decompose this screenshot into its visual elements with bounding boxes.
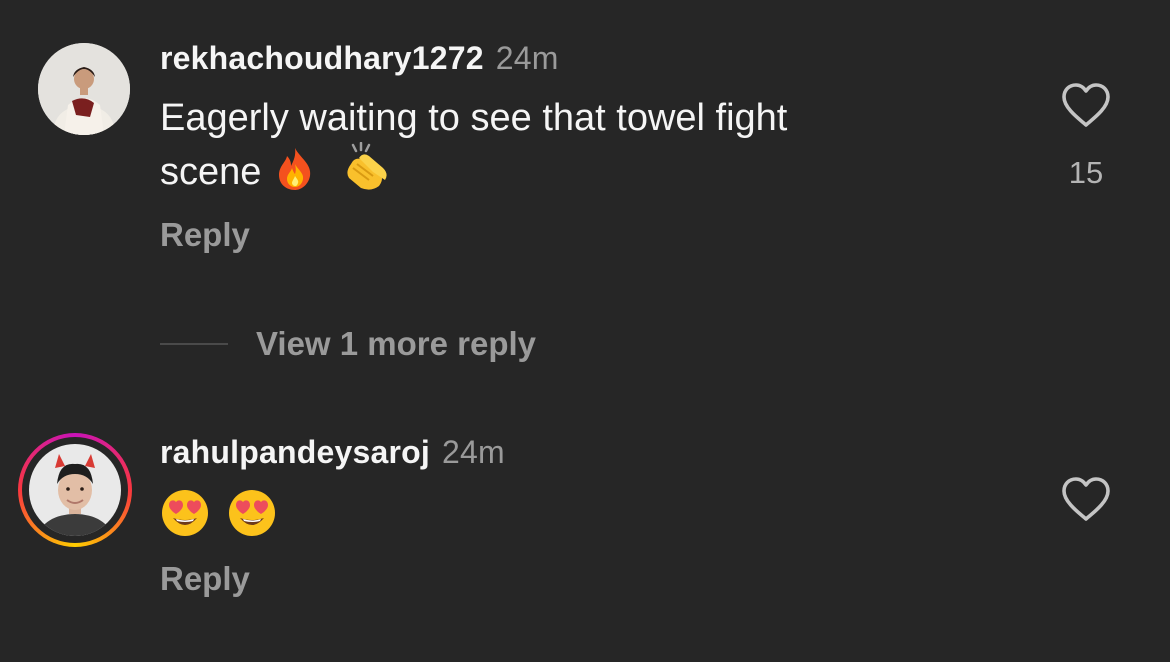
comment-username[interactable]: rekhachoudhary1272 24m — [160, 40, 559, 77]
story-ring[interactable] — [18, 433, 132, 547]
username-text[interactable]: rahulpandeysaroj — [160, 434, 430, 470]
comment-text-line-2: scene — [160, 141, 920, 204]
heart-eyes-emoji — [227, 488, 277, 550]
username-text[interactable]: rekhachoudhary1272 — [160, 40, 484, 76]
reply-button[interactable]: Reply — [160, 560, 250, 598]
comment-text — [160, 488, 920, 550]
comment-text-fragment: scene — [160, 151, 262, 193]
view-more-replies-button[interactable]: View 1 more reply — [160, 324, 536, 364]
clapping-hands-emoji — [339, 141, 391, 204]
reply-button[interactable]: Reply — [160, 216, 250, 254]
avatar[interactable] — [29, 444, 121, 536]
heart-eyes-emoji — [160, 488, 210, 550]
comment-timestamp: 24m — [441, 434, 505, 470]
avatar[interactable] — [38, 43, 130, 135]
fire-emoji — [272, 146, 318, 204]
view-more-replies-label[interactable]: View 1 more reply — [256, 325, 536, 363]
like-heart-icon[interactable] — [1060, 82, 1112, 128]
comment-text: Eagerly waiting to see that towel fight … — [160, 94, 920, 204]
like-heart-icon[interactable] — [1060, 476, 1112, 522]
comment-timestamp: 24m — [495, 40, 559, 76]
like-count: 15 — [1068, 155, 1104, 190]
divider-line — [160, 343, 228, 345]
comment-text-line-1: Eagerly waiting to see that towel fight — [160, 97, 788, 139]
comment-username[interactable]: rahulpandeysaroj 24m — [160, 434, 505, 471]
